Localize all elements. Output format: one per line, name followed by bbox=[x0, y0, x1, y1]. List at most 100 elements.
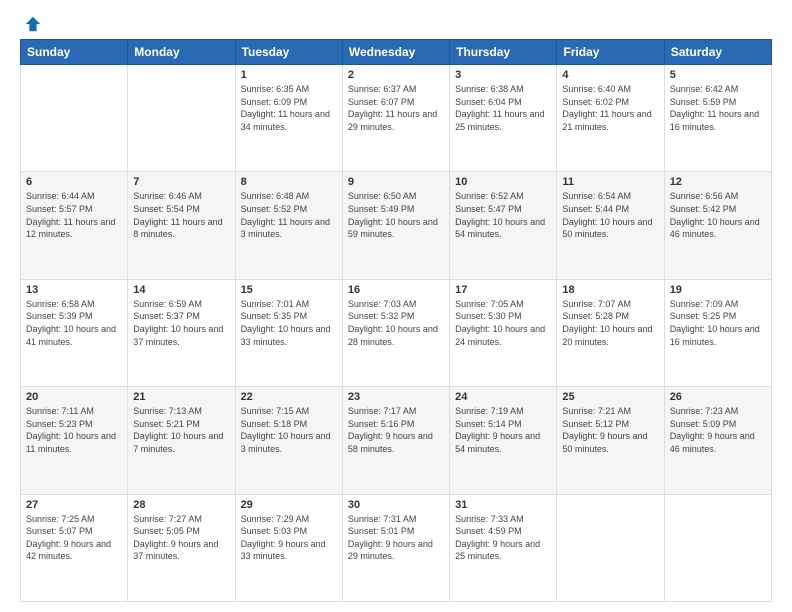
day-info: Sunrise: 7:03 AM Sunset: 5:32 PM Dayligh… bbox=[348, 298, 444, 348]
weekday-header: Saturday bbox=[664, 40, 771, 65]
day-number: 19 bbox=[670, 284, 766, 296]
weekday-header: Sunday bbox=[21, 40, 128, 65]
day-number: 13 bbox=[26, 284, 122, 296]
calendar-week-row: 6 Sunrise: 6:44 AM Sunset: 5:57 PM Daylig… bbox=[21, 172, 772, 279]
calendar-cell: 7Sunrise: 6:46 AM Sunset: 5:54 PM Daylig… bbox=[128, 172, 235, 279]
calendar-cell: 18 Sunrise: 7:07 AM Sunset: 5:28 PM Dayli… bbox=[557, 279, 664, 386]
day-number: 14 bbox=[133, 284, 229, 296]
day-info: Sunrise: 7:13 AM Sunset: 5:21 PM Dayligh… bbox=[133, 405, 229, 455]
day-number: 28 bbox=[133, 499, 229, 511]
calendar-cell: 26 Sunrise: 7:23 AM Sunset: 5:09 PM Dayli… bbox=[664, 387, 771, 494]
day-info: Sunrise: 7:29 AM Sunset: 5:03 PM Dayligh… bbox=[241, 513, 337, 563]
day-number: 4 bbox=[562, 69, 658, 81]
day-info: Sunrise: 6:35 AM Sunset: 6:09 PM Dayligh… bbox=[241, 83, 337, 133]
day-number: 30 bbox=[348, 499, 444, 511]
calendar-cell: 9Sunrise: 6:50 AM Sunset: 5:49 PM Daylig… bbox=[342, 172, 449, 279]
calendar-week-row: 1 Sunrise: 6:35 AM Sunset: 6:09 PM Daylig… bbox=[21, 65, 772, 172]
calendar-cell: 3 Sunrise: 6:38 AM Sunset: 6:04 PM Daylig… bbox=[450, 65, 557, 172]
calendar-cell: 10 Sunrise: 6:52 AM Sunset: 5:47 PM Dayli… bbox=[450, 172, 557, 279]
day-number: 20 bbox=[26, 391, 122, 403]
day-number: 9 bbox=[348, 176, 444, 188]
day-number: 3 bbox=[455, 69, 551, 81]
day-number: 15 bbox=[241, 284, 337, 296]
day-number: 27 bbox=[26, 499, 122, 511]
calendar-cell: 19Sunrise: 7:09 AM Sunset: 5:25 PM Dayli… bbox=[664, 279, 771, 386]
day-number: 23 bbox=[348, 391, 444, 403]
calendar-cell: 28Sunrise: 7:27 AM Sunset: 5:05 PM Dayli… bbox=[128, 494, 235, 601]
day-number: 22 bbox=[241, 391, 337, 403]
day-number: 12 bbox=[670, 176, 766, 188]
logo bbox=[20, 15, 42, 31]
day-info: Sunrise: 7:31 AM Sunset: 5:01 PM Dayligh… bbox=[348, 513, 444, 563]
day-number: 7 bbox=[133, 176, 229, 188]
calendar-cell: 16 Sunrise: 7:03 AM Sunset: 5:32 PM Dayli… bbox=[342, 279, 449, 386]
day-number: 11 bbox=[562, 176, 658, 188]
day-number: 18 bbox=[562, 284, 658, 296]
day-number: 10 bbox=[455, 176, 551, 188]
calendar-cell: 5Sunrise: 6:42 AM Sunset: 5:59 PM Daylig… bbox=[664, 65, 771, 172]
weekday-header: Wednesday bbox=[342, 40, 449, 65]
calendar-header-row: SundayMondayTuesdayWednesdayThursdayFrid… bbox=[21, 40, 772, 65]
calendar: SundayMondayTuesdayWednesdayThursdayFrid… bbox=[20, 39, 772, 602]
calendar-cell: 29 Sunrise: 7:29 AM Sunset: 5:03 PM Dayli… bbox=[235, 494, 342, 601]
calendar-cell: 1 Sunrise: 6:35 AM Sunset: 6:09 PM Daylig… bbox=[235, 65, 342, 172]
calendar-week-row: 13 Sunrise: 6:58 AM Sunset: 5:39 PM Dayli… bbox=[21, 279, 772, 386]
day-info: Sunrise: 6:48 AM Sunset: 5:52 PM Dayligh… bbox=[241, 190, 337, 240]
header bbox=[20, 15, 772, 31]
day-number: 1 bbox=[241, 69, 337, 81]
calendar-cell: 6 Sunrise: 6:44 AM Sunset: 5:57 PM Daylig… bbox=[21, 172, 128, 279]
calendar-cell: 24 Sunrise: 7:19 AM Sunset: 5:14 PM Dayli… bbox=[450, 387, 557, 494]
day-number: 24 bbox=[455, 391, 551, 403]
calendar-cell: 20 Sunrise: 7:11 AM Sunset: 5:23 PM Dayli… bbox=[21, 387, 128, 494]
day-info: Sunrise: 6:44 AM Sunset: 5:57 PM Dayligh… bbox=[26, 190, 122, 240]
day-number: 16 bbox=[348, 284, 444, 296]
day-info: Sunrise: 7:05 AM Sunset: 5:30 PM Dayligh… bbox=[455, 298, 551, 348]
calendar-cell: 17 Sunrise: 7:05 AM Sunset: 5:30 PM Dayli… bbox=[450, 279, 557, 386]
logo-icon bbox=[24, 15, 42, 33]
calendar-cell bbox=[128, 65, 235, 172]
day-number: 2 bbox=[348, 69, 444, 81]
day-info: Sunrise: 7:11 AM Sunset: 5:23 PM Dayligh… bbox=[26, 405, 122, 455]
calendar-cell: 13 Sunrise: 6:58 AM Sunset: 5:39 PM Dayli… bbox=[21, 279, 128, 386]
day-info: Sunrise: 6:58 AM Sunset: 5:39 PM Dayligh… bbox=[26, 298, 122, 348]
calendar-cell: 27 Sunrise: 7:25 AM Sunset: 5:07 PM Dayli… bbox=[21, 494, 128, 601]
day-info: Sunrise: 7:19 AM Sunset: 5:14 PM Dayligh… bbox=[455, 405, 551, 455]
calendar-cell: 30 Sunrise: 7:31 AM Sunset: 5:01 PM Dayli… bbox=[342, 494, 449, 601]
calendar-cell: 22 Sunrise: 7:15 AM Sunset: 5:18 PM Dayli… bbox=[235, 387, 342, 494]
calendar-cell: 23 Sunrise: 7:17 AM Sunset: 5:16 PM Dayli… bbox=[342, 387, 449, 494]
calendar-cell: 4 Sunrise: 6:40 AM Sunset: 6:02 PM Daylig… bbox=[557, 65, 664, 172]
day-info: Sunrise: 6:40 AM Sunset: 6:02 PM Dayligh… bbox=[562, 83, 658, 133]
day-info: Sunrise: 7:17 AM Sunset: 5:16 PM Dayligh… bbox=[348, 405, 444, 455]
day-number: 21 bbox=[133, 391, 229, 403]
day-number: 25 bbox=[562, 391, 658, 403]
day-info: Sunrise: 6:59 AM Sunset: 5:37 PM Dayligh… bbox=[133, 298, 229, 348]
day-info: Sunrise: 7:25 AM Sunset: 5:07 PM Dayligh… bbox=[26, 513, 122, 563]
calendar-cell: 12 Sunrise: 6:56 AM Sunset: 5:42 PM Dayli… bbox=[664, 172, 771, 279]
calendar-week-row: 27 Sunrise: 7:25 AM Sunset: 5:07 PM Dayli… bbox=[21, 494, 772, 601]
day-info: Sunrise: 7:07 AM Sunset: 5:28 PM Dayligh… bbox=[562, 298, 658, 348]
calendar-cell: 15 Sunrise: 7:01 AM Sunset: 5:35 PM Dayli… bbox=[235, 279, 342, 386]
day-number: 29 bbox=[241, 499, 337, 511]
day-info: Sunrise: 6:54 AM Sunset: 5:44 PM Dayligh… bbox=[562, 190, 658, 240]
calendar-cell: 21 Sunrise: 7:13 AM Sunset: 5:21 PM Dayli… bbox=[128, 387, 235, 494]
weekday-header: Friday bbox=[557, 40, 664, 65]
day-number: 17 bbox=[455, 284, 551, 296]
day-info: Sunrise: 7:15 AM Sunset: 5:18 PM Dayligh… bbox=[241, 405, 337, 455]
day-number: 31 bbox=[455, 499, 551, 511]
day-number: 6 bbox=[26, 176, 122, 188]
calendar-cell bbox=[21, 65, 128, 172]
day-info: Sunrise: 6:56 AM Sunset: 5:42 PM Dayligh… bbox=[670, 190, 766, 240]
calendar-week-row: 20 Sunrise: 7:11 AM Sunset: 5:23 PM Dayli… bbox=[21, 387, 772, 494]
day-number: 5 bbox=[670, 69, 766, 81]
weekday-header: Tuesday bbox=[235, 40, 342, 65]
calendar-cell: 11 Sunrise: 6:54 AM Sunset: 5:44 PM Dayli… bbox=[557, 172, 664, 279]
calendar-cell: 14 Sunrise: 6:59 AM Sunset: 5:37 PM Dayli… bbox=[128, 279, 235, 386]
day-info: Sunrise: 6:38 AM Sunset: 6:04 PM Dayligh… bbox=[455, 83, 551, 133]
day-info: Sunrise: 6:52 AM Sunset: 5:47 PM Dayligh… bbox=[455, 190, 551, 240]
day-info: Sunrise: 7:01 AM Sunset: 5:35 PM Dayligh… bbox=[241, 298, 337, 348]
day-number: 26 bbox=[670, 391, 766, 403]
day-info: Sunrise: 7:23 AM Sunset: 5:09 PM Dayligh… bbox=[670, 405, 766, 455]
calendar-cell: 31Sunrise: 7:33 AM Sunset: 4:59 PM Dayli… bbox=[450, 494, 557, 601]
weekday-header: Thursday bbox=[450, 40, 557, 65]
calendar-cell: 2Sunrise: 6:37 AM Sunset: 6:07 PM Daylig… bbox=[342, 65, 449, 172]
